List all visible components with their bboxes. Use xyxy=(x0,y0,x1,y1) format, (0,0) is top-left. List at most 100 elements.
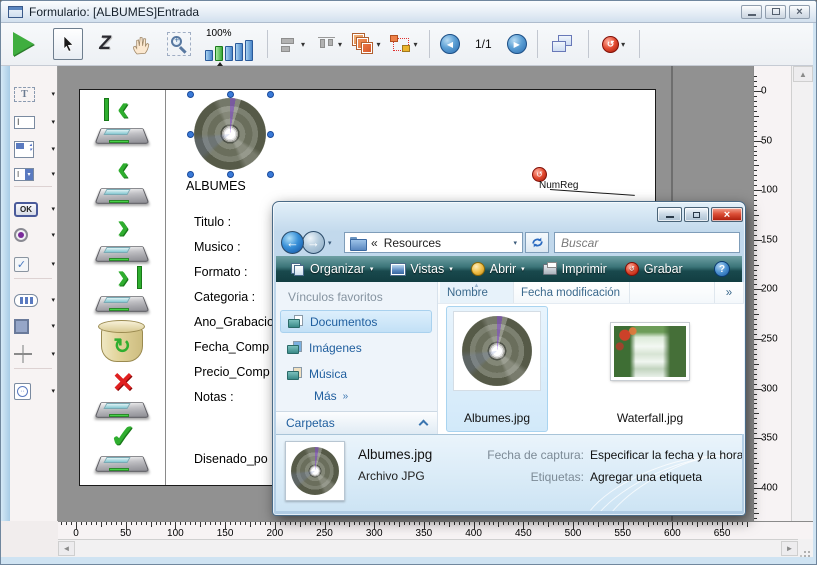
nav-link-pictures[interactable]: Imágenes xyxy=(280,336,432,359)
selection-handle[interactable] xyxy=(267,91,274,98)
explorer-back-button[interactable]: ← xyxy=(281,231,304,254)
selection-handle[interactable] xyxy=(267,171,274,178)
selection-handle[interactable] xyxy=(227,91,234,98)
previous-page-button[interactable]: ◀ xyxy=(440,34,460,54)
chevron-down-icon[interactable]: ▾ xyxy=(51,350,55,358)
distribute-button[interactable]: ▾ xyxy=(315,28,345,60)
toolbox-item-check-box[interactable]: ✓▾ xyxy=(14,252,55,276)
select-tool-button[interactable] xyxy=(53,28,83,60)
last-record-button[interactable]: › xyxy=(94,266,152,316)
chevron-down-icon[interactable]: ▾ xyxy=(449,265,453,273)
column-header-name[interactable]: ▲Nombre xyxy=(440,282,514,303)
recycle-button[interactable]: ↻ xyxy=(98,318,146,366)
search-input[interactable] xyxy=(555,236,739,250)
chevron-down-icon[interactable]: ▾ xyxy=(51,387,55,395)
column-header-date-modified[interactable]: Fecha modificación xyxy=(514,282,630,303)
zoom-tool-button[interactable] xyxy=(164,28,194,60)
close-button[interactable]: × xyxy=(789,5,810,19)
chevron-down-icon[interactable]: ▾ xyxy=(51,205,55,213)
chevron-down-icon[interactable]: ▾ xyxy=(370,265,374,273)
refresh-button[interactable] xyxy=(525,232,549,253)
chevron-down-icon[interactable]: ▾ xyxy=(51,170,55,178)
run-form-button[interactable] xyxy=(13,32,34,56)
toolbox-item-list-control[interactable]: ▴▾▾ xyxy=(14,137,55,161)
breadcrumb-chevrons[interactable]: « xyxy=(371,236,378,250)
scroll-right-button[interactable]: ► xyxy=(781,541,798,556)
nav-link-documents[interactable]: Documentos xyxy=(280,310,432,333)
nav-link-more[interactable]: Más» xyxy=(314,389,348,403)
accept-record-button[interactable]: ✓ xyxy=(94,426,152,476)
record-button[interactable]: ↺▾ xyxy=(599,28,629,60)
nav-link-music[interactable]: Música xyxy=(280,362,432,385)
selection-handle[interactable] xyxy=(267,131,274,138)
explorer-restore-button[interactable] xyxy=(684,207,709,222)
next-page-button[interactable]: ▶ xyxy=(507,34,527,54)
order-button[interactable]: ▾ xyxy=(352,28,382,60)
toolbox-item-splitter-control[interactable]: ▾ xyxy=(14,342,55,366)
explorer-close-button[interactable]: × xyxy=(711,207,743,222)
horizontal-scrollbar[interactable]: ◄ ► xyxy=(58,539,798,557)
vertical-scrollbar[interactable]: ▲ ▼ xyxy=(791,66,813,539)
folders-bar[interactable]: Carpetas xyxy=(276,411,437,434)
print-button[interactable]: Imprimir xyxy=(534,256,616,282)
minimize-button[interactable] xyxy=(741,5,762,19)
toolbox-item-static-text[interactable]: T▾ xyxy=(14,82,55,106)
first-record-button[interactable]: ‹ xyxy=(94,98,152,148)
toolbox-item-combo-box[interactable]: I▾▾ xyxy=(14,162,55,186)
organize-button[interactable]: Organizar▾ xyxy=(282,256,382,282)
selection-handle[interactable] xyxy=(187,171,194,178)
help-button[interactable]: ? xyxy=(714,261,730,277)
column-header-more[interactable]: » xyxy=(715,282,744,303)
selection-handle[interactable] xyxy=(187,91,194,98)
cascade-windows-button[interactable] xyxy=(548,28,578,60)
chevron-down-icon[interactable]: ▾ xyxy=(51,260,55,268)
file-list-area[interactable]: ▲Nombre Fecha modificación » Albumes.jpg… xyxy=(437,282,744,434)
capture-date-value[interactable]: Especificar la fecha y la hora de ca... xyxy=(590,448,742,462)
selection-handle[interactable] xyxy=(187,131,194,138)
chevron-down-icon[interactable]: ▾ xyxy=(51,296,55,304)
chevron-down-icon[interactable]: ▾ xyxy=(51,322,55,330)
previous-record-button[interactable]: ‹ xyxy=(94,158,152,208)
align-button[interactable]: ▾ xyxy=(278,28,308,60)
file-tile[interactable]: Albumes.jpg xyxy=(446,306,548,432)
chevron-down-icon[interactable]: ▾ xyxy=(51,231,55,239)
layout-button[interactable]: ▾ xyxy=(389,28,419,60)
tab-order-tool-button[interactable]: Z xyxy=(90,28,120,60)
chevron-down-icon[interactable]: ▾ xyxy=(521,265,525,273)
toolbox-item-group-control[interactable]: ··▾ xyxy=(14,379,55,403)
pan-tool-button[interactable] xyxy=(127,28,157,60)
scroll-left-button[interactable]: ◄ xyxy=(58,541,75,556)
chevron-down-icon[interactable]: ▾ xyxy=(621,40,625,49)
file-tile[interactable]: Waterfall.jpg xyxy=(580,306,720,432)
open-button[interactable]: Abrir▾ xyxy=(462,256,534,282)
toolbox-item-edit-field[interactable]: I▾ xyxy=(14,110,55,134)
chevron-down-icon[interactable]: ▾ xyxy=(376,40,380,49)
chevron-down-icon[interactable]: ▾ xyxy=(513,239,517,247)
chevron-down-icon[interactable]: ▾ xyxy=(413,40,417,49)
zoom-level-control[interactable]: 100% xyxy=(205,28,253,61)
selection-handle[interactable] xyxy=(227,171,234,178)
toolbox-item-push-button[interactable]: OK▾ xyxy=(14,197,55,221)
burn-button[interactable]: ↺Grabar xyxy=(616,256,692,282)
toolbox-item-toolbar-control[interactable]: ▾ xyxy=(14,288,55,312)
views-button[interactable]: Vistas▾ xyxy=(382,256,461,282)
recent-pages-dropdown[interactable]: ▾ xyxy=(328,239,332,247)
chevron-down-icon[interactable]: ▾ xyxy=(301,40,305,49)
scroll-up-button[interactable]: ▲ xyxy=(793,66,813,82)
chevron-down-icon[interactable]: ▾ xyxy=(338,40,342,49)
chevron-down-icon[interactable]: ▾ xyxy=(51,118,55,126)
delete-record-button[interactable]: × xyxy=(94,372,152,422)
chevron-down-icon[interactable]: ▾ xyxy=(51,90,55,98)
explorer-minimize-button[interactable] xyxy=(657,207,682,222)
address-breadcrumb[interactable]: « Resources ▾ xyxy=(344,232,523,253)
breadcrumb-location[interactable]: Resources xyxy=(384,236,441,250)
explorer-forward-button[interactable]: → xyxy=(302,231,325,254)
restore-button[interactable] xyxy=(765,5,786,19)
toolbox-item-radio-button[interactable]: ▾ xyxy=(14,223,55,247)
chevron-down-icon[interactable]: ▾ xyxy=(51,145,55,153)
title-bar[interactable]: Formulario: [ALBUMES]Entrada × xyxy=(1,1,816,23)
tags-value[interactable]: Agregar una etiqueta xyxy=(590,470,742,484)
toolbox-item-frame-control[interactable]: ▾ xyxy=(14,314,55,338)
explorer-window[interactable]: × ← → ▾ « Resources ▾ Organizar▾ Vistas▾… xyxy=(272,201,746,516)
column-header-blank[interactable] xyxy=(630,282,715,303)
